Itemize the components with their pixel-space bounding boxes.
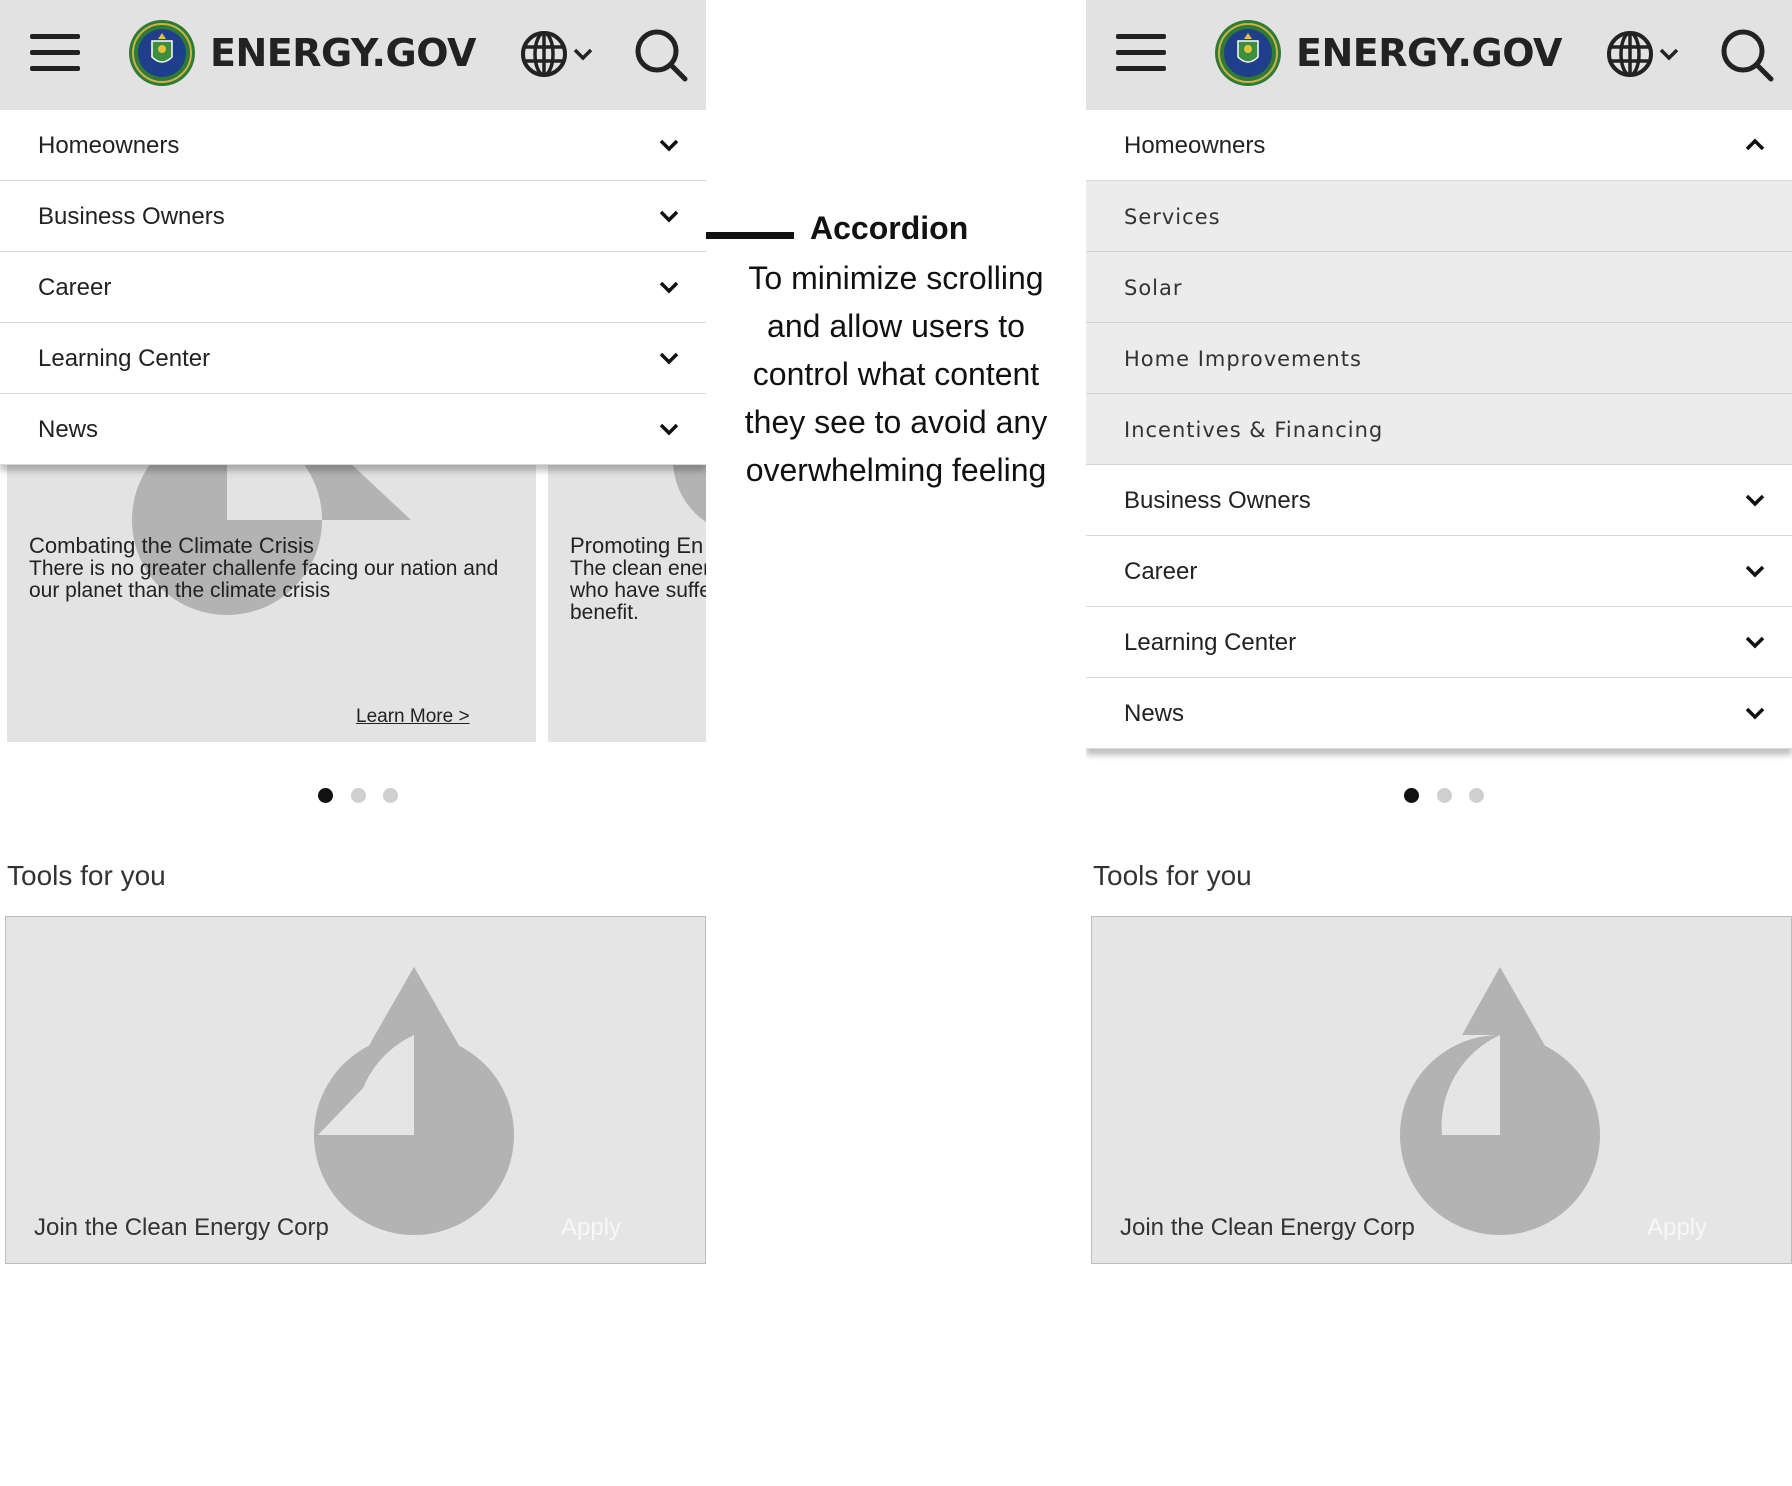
- tool-card-label: Join the Clean Energy Corp: [34, 1214, 329, 1241]
- carousel-dot-active[interactable]: [1404, 788, 1419, 803]
- site-header: ENERGY.GOV: [0, 0, 706, 110]
- menu-item-career[interactable]: Career: [1086, 536, 1792, 607]
- site-logo-text[interactable]: ENERGY.GOV: [210, 28, 476, 78]
- menu-item-news[interactable]: News: [1086, 678, 1792, 749]
- submenu-item-incentives-financing[interactable]: Incentives & Financing: [1086, 394, 1792, 465]
- menu-item-label: Homeowners: [1124, 132, 1266, 159]
- search-icon[interactable]: [634, 28, 688, 82]
- hamburger-icon[interactable]: [1116, 34, 1166, 72]
- submenu-item-solar[interactable]: Solar: [1086, 252, 1792, 323]
- menu-item-career[interactable]: Career: [0, 252, 706, 323]
- menu-item-learning-center[interactable]: Learning Center: [1086, 607, 1792, 678]
- tools-heading: Tools for you: [1093, 860, 1252, 891]
- globe-icon[interactable]: [1606, 28, 1686, 80]
- submenu-item-label: Solar: [1124, 276, 1183, 300]
- carousel-dot[interactable]: [1469, 788, 1484, 803]
- chevron-down-icon[interactable]: [658, 138, 680, 152]
- submenu-item-label: Incentives & Financing: [1124, 418, 1384, 442]
- menu-item-news[interactable]: News: [0, 394, 706, 465]
- card-title: Combating the Climate Crisis: [29, 533, 314, 558]
- menu-item-label: News: [38, 416, 99, 443]
- carousel-pagination: [318, 788, 404, 804]
- menu-item-homeowners[interactable]: Homeowners: [1086, 110, 1792, 181]
- tool-card-label: Join the Clean Energy Corp: [1120, 1214, 1415, 1241]
- chevron-down-icon[interactable]: [1744, 493, 1766, 507]
- chevron-up-icon[interactable]: [1744, 138, 1766, 152]
- menu-item-business-owners[interactable]: Business Owners: [1086, 465, 1792, 536]
- menu-item-label: Business Owners: [1124, 487, 1311, 514]
- menu-item-label: Homeowners: [38, 132, 180, 159]
- menu-item-business-owners[interactable]: Business Owners: [0, 181, 706, 252]
- chevron-down-icon[interactable]: [658, 280, 680, 294]
- mobile-screen-collapsed: ENERGY.GOV Homeowners Business Owners Ca…: [0, 0, 706, 1264]
- annotation-body: To minimize scrolling and allow users to…: [744, 260, 1048, 488]
- menu-item-homeowners[interactable]: Homeowners: [0, 110, 706, 181]
- carousel-dot[interactable]: [351, 788, 366, 803]
- submenu-item-label: Home Improvements: [1124, 347, 1362, 371]
- site-logo-text[interactable]: ENERGY.GOV: [1296, 28, 1562, 78]
- search-icon[interactable]: [1720, 28, 1774, 82]
- chevron-down-icon[interactable]: [658, 209, 680, 223]
- chevron-down-icon[interactable]: [1744, 635, 1766, 649]
- apply-button[interactable]: Apply: [561, 1214, 621, 1242]
- tool-card[interactable]: Join the Clean Energy Corp Apply: [1091, 916, 1792, 1264]
- submenu-item-label: Services: [1124, 205, 1221, 229]
- carousel-dot-active[interactable]: [318, 788, 333, 803]
- submenu-item-home-improvements[interactable]: Home Improvements: [1086, 323, 1792, 394]
- menu-item-label: Learning Center: [38, 345, 211, 372]
- doe-seal-icon[interactable]: [1214, 19, 1282, 87]
- menu-item-label: Career: [1124, 558, 1198, 585]
- chevron-down-icon[interactable]: [658, 351, 680, 365]
- carousel-dot[interactable]: [1437, 788, 1452, 803]
- menu-item-learning-center[interactable]: Learning Center: [0, 323, 706, 394]
- mobile-screen-expanded: ENERGY.GOV Homeowners Services Solar Hom…: [1086, 0, 1792, 1264]
- accordion-menu: Homeowners Business Owners Career Learni…: [0, 110, 706, 465]
- learn-more-link[interactable]: Learn More >: [356, 706, 470, 728]
- menu-item-label: News: [1124, 700, 1185, 727]
- card-description: The clean ener who have suffe benefit.: [570, 557, 706, 624]
- tools-heading: Tools for you: [7, 860, 166, 891]
- placeholder-image-icon: [314, 967, 514, 1235]
- globe-icon[interactable]: [520, 28, 600, 80]
- apply-button[interactable]: Apply: [1647, 1214, 1707, 1242]
- menu-item-label: Career: [38, 274, 112, 301]
- accordion-menu: Homeowners Services Solar Home Improveme…: [1086, 110, 1792, 749]
- hamburger-icon[interactable]: [30, 34, 80, 72]
- menu-item-label: Learning Center: [1124, 629, 1297, 656]
- card-description: There is no greater challenfe facing our…: [29, 557, 499, 602]
- carousel-pagination: [1404, 788, 1490, 804]
- annotation-title: Accordion: [810, 210, 969, 246]
- submenu-item-services[interactable]: Services: [1086, 181, 1792, 252]
- doe-seal-icon[interactable]: [128, 19, 196, 87]
- tool-card[interactable]: Join the Clean Energy Corp Apply: [5, 916, 706, 1264]
- chevron-down-icon[interactable]: [658, 422, 680, 436]
- chevron-down-icon[interactable]: [1744, 706, 1766, 720]
- card-title: Promoting En: [570, 533, 704, 558]
- placeholder-image-icon: [1400, 967, 1600, 1235]
- carousel-dot[interactable]: [383, 788, 398, 803]
- menu-item-label: Business Owners: [38, 203, 225, 230]
- site-header: ENERGY.GOV: [1086, 0, 1792, 110]
- chevron-down-icon[interactable]: [1744, 564, 1766, 578]
